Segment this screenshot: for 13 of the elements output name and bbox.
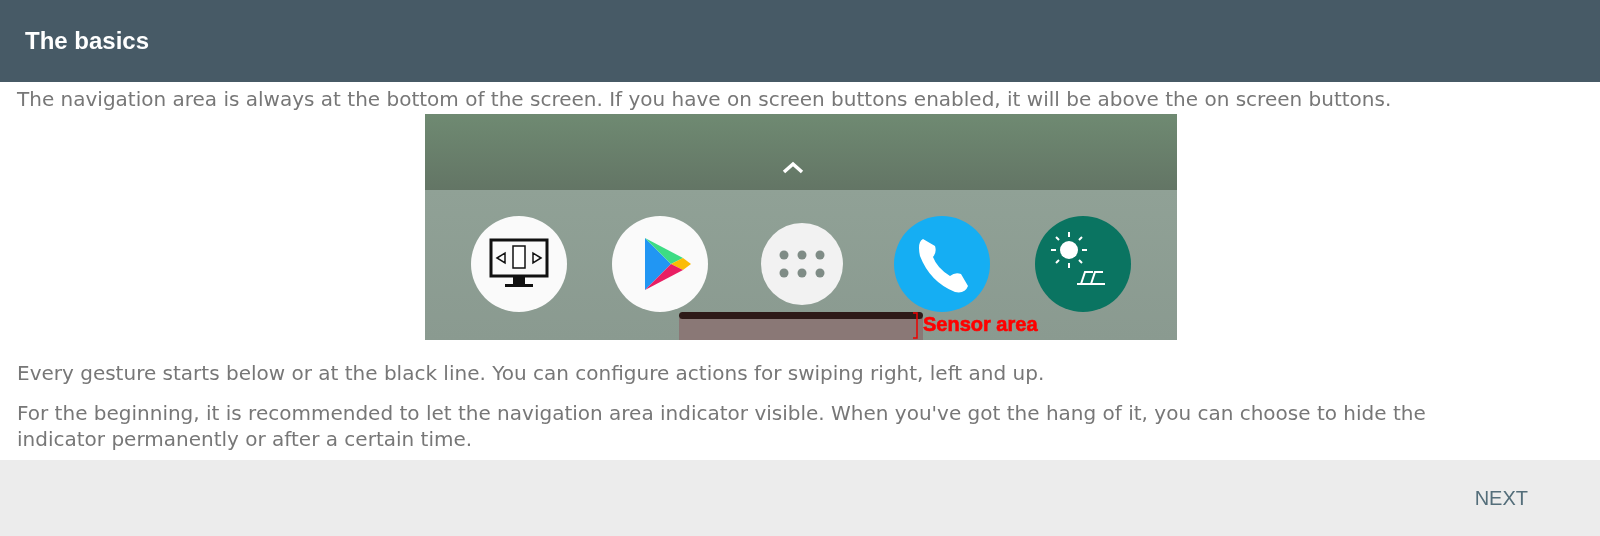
next-button[interactable]: NEXT [1462,478,1540,518]
bracket-mark [912,312,918,339]
chevron-up-icon [782,161,804,174]
sun-gauge-icon [1035,216,1131,312]
paragraph: Every gesture starts below or at the black line. You can configure actions for swiping right, left and up. [17,360,1046,386]
paragraph: The navigation area is always at the bottom of the screen. If you have on screen buttons enabled, it will be above the on screen buttons. [17,86,1393,112]
monitor-document-icon [471,216,567,312]
annotation-label: Sensor area [923,313,1038,335]
play-store-icon [612,216,708,312]
paragraph: For the beginning, it is recommended to let the navigation area indicator visible. When you've got the hang of it, you can choose to hide the indicator permanently or after a certain time. [17,400,1427,452]
page-title: The basics [25,27,150,55]
phone-icon [894,216,990,312]
app-drawer-icon [761,223,843,305]
